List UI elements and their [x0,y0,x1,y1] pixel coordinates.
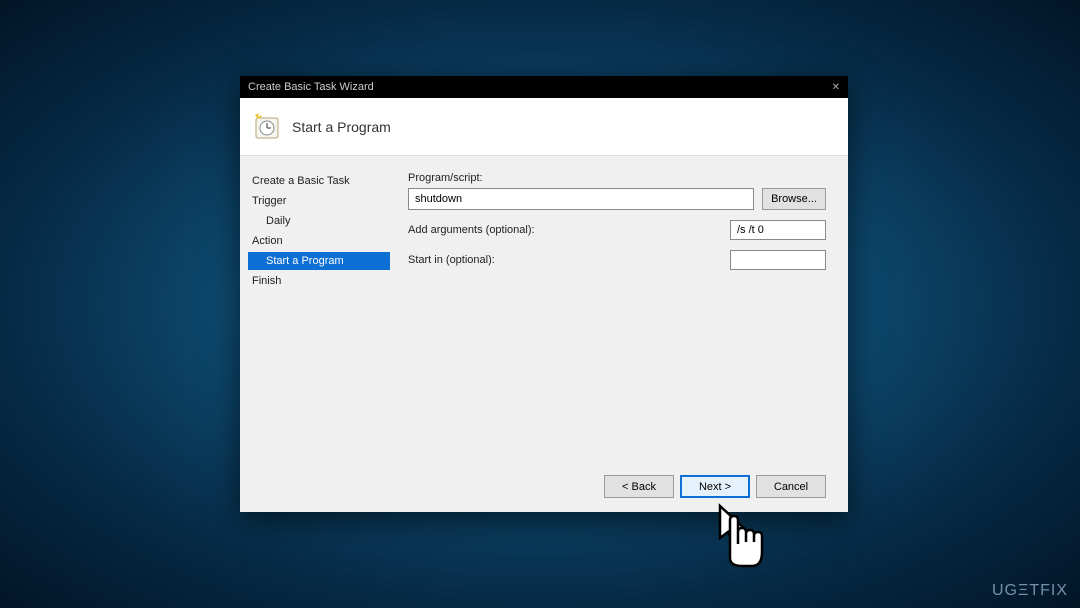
browse-button[interactable]: Browse... [762,188,826,210]
wizard-icon [252,112,282,142]
wizard-window: Create Basic Task Wizard ✕ Start a Progr… [240,76,848,512]
window-title: Create Basic Task Wizard [248,81,374,93]
step-action[interactable]: Action [248,232,390,250]
step-start-a-program[interactable]: Start a Program [248,252,390,270]
wizard-form: Program/script: Browse... Add arguments … [390,172,826,465]
program-script-label: Program/script: [408,172,826,184]
close-icon[interactable]: ✕ [832,82,840,93]
start-in-input[interactable] [730,250,826,270]
back-button[interactable]: < Back [604,475,674,498]
cursor-icon [712,502,772,570]
add-arguments-label: Add arguments (optional): [408,224,535,236]
step-trigger[interactable]: Trigger [248,192,390,210]
titlebar: Create Basic Task Wizard ✕ [240,76,848,98]
step-finish[interactable]: Finish [248,272,390,290]
cancel-button[interactable]: Cancel [756,475,826,498]
program-script-input[interactable] [408,188,754,210]
step-daily[interactable]: Daily [248,212,390,230]
wizard-body: Create a Basic Task Trigger Daily Action… [240,156,848,465]
wizard-step-title: Start a Program [292,119,391,135]
wizard-steps: Create a Basic Task Trigger Daily Action… [248,172,390,465]
start-in-label: Start in (optional): [408,254,495,266]
next-button[interactable]: Next > [680,475,750,498]
watermark: UGΞTFIX [992,582,1068,600]
step-create-basic-task[interactable]: Create a Basic Task [248,172,390,190]
wizard-header: Start a Program [240,98,848,156]
add-arguments-input[interactable] [730,220,826,240]
